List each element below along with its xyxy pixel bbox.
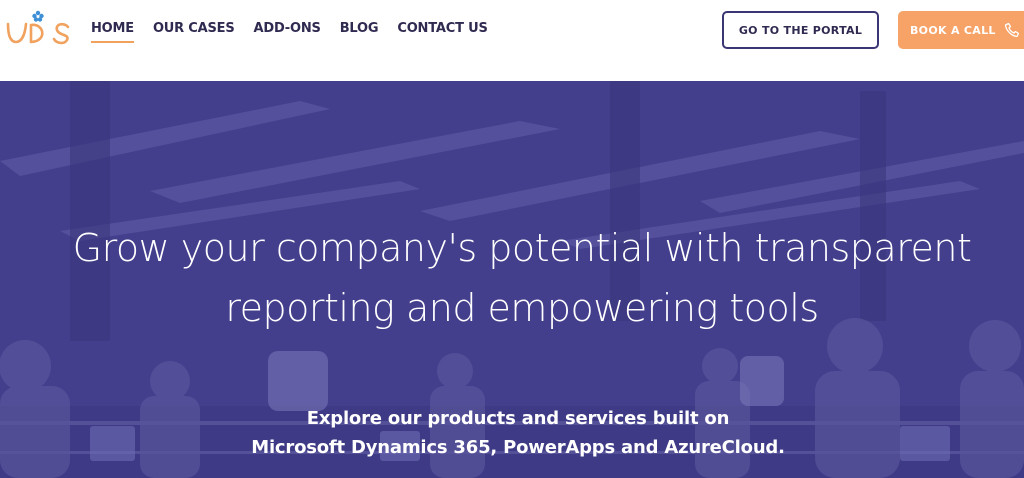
hero-section: Grow your company's potential with trans…	[0, 81, 1024, 478]
hero-title: Grow your company's potential with trans…	[0, 218, 1024, 338]
hero-title-line-2: reporting and empowering tools	[225, 286, 819, 330]
nav-item-home[interactable]: HOME	[91, 21, 134, 43]
site-header: HOME OUR CASES ADD-ONS BLOG CONTACT US G…	[0, 0, 1024, 81]
phone-icon	[1004, 22, 1019, 38]
hero-subtitle-line-1: Explore our products and services built …	[306, 408, 730, 429]
nav-item-contact-us[interactable]: CONTACT US	[397, 21, 487, 43]
go-to-portal-label: GO TO THE PORTAL	[738, 23, 863, 37]
uds-logo[interactable]	[4, 8, 74, 48]
nav-item-blog[interactable]: BLOG	[340, 21, 379, 43]
book-a-call-label: BOOK A CALL	[910, 23, 996, 37]
hero-subtitle: Explore our products and services built …	[0, 404, 1024, 462]
hero-subtitle-line-2: Microsoft Dynamics 365, PowerApps and Az…	[251, 437, 785, 458]
main-nav: HOME OUR CASES ADD-ONS BLOG CONTACT US	[91, 21, 507, 43]
go-to-portal-button[interactable]: GO TO THE PORTAL	[722, 11, 879, 49]
nav-item-our-cases[interactable]: OUR CASES	[153, 21, 235, 43]
book-a-call-button[interactable]: BOOK A CALL	[898, 11, 1024, 49]
hero-title-line-1: Grow your company's potential with trans…	[72, 226, 972, 270]
nav-item-add-ons[interactable]: ADD-ONS	[254, 21, 321, 43]
